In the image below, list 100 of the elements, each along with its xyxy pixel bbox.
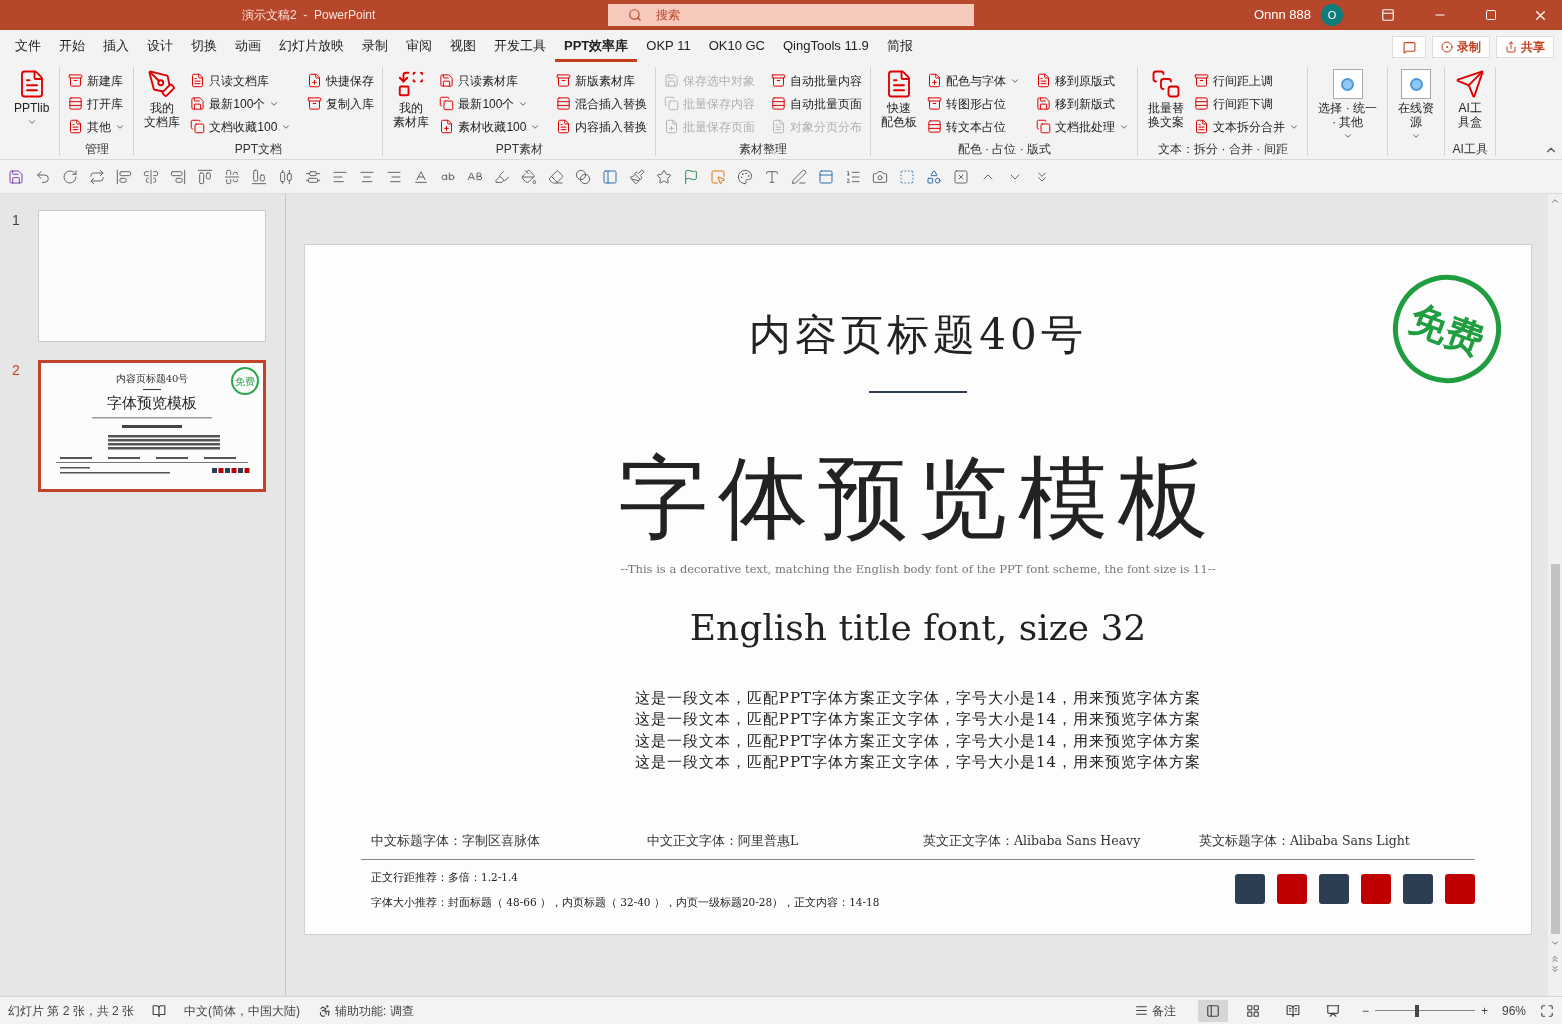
pen-line-icon[interactable] (791, 168, 807, 185)
ribbon-button[interactable]: 行间距下调 (1192, 92, 1302, 115)
ribbon-button[interactable]: 移到新版式 (1034, 92, 1132, 115)
ribbon-button[interactable]: 转文本占位 (925, 115, 1023, 138)
ribbon-button[interactable]: 其他 (66, 115, 128, 138)
text-icon[interactable] (764, 168, 780, 185)
eraser-icon[interactable] (548, 168, 564, 185)
close-box-icon[interactable] (953, 168, 969, 185)
ribbon-display-icon[interactable] (1381, 8, 1395, 22)
save-icon[interactable] (8, 168, 24, 185)
menu-tab[interactable]: 视图 (441, 32, 485, 62)
zoom-percent[interactable]: 96% (1501, 1001, 1526, 1020)
panel-icon[interactable] (602, 168, 618, 185)
overlap-circles-icon[interactable] (575, 168, 591, 185)
ribbon-button[interactable]: 转图形占位 (925, 92, 1023, 115)
line-spacing-icon[interactable] (845, 168, 861, 185)
scroll-up-icon[interactable] (1550, 196, 1560, 206)
notes-button[interactable]: 备注 (1134, 1001, 1176, 1020)
menu-tab[interactable]: 审阅 (397, 32, 441, 62)
ribbon-button[interactable]: 文档批处理 (1034, 115, 1132, 138)
reading-view-icon[interactable] (1285, 1003, 1300, 1018)
ribbon-large-button[interactable]: 批量替 换文案 (1144, 69, 1189, 139)
ribbon-button[interactable]: 素材收藏100 (437, 115, 543, 138)
distribute-vertical-icon[interactable] (305, 168, 321, 185)
ribbon-button[interactable]: 移到原版式 (1034, 69, 1132, 92)
redo-icon[interactable] (62, 168, 78, 185)
menu-tab[interactable]: 开始 (50, 32, 94, 62)
ribbon-button[interactable]: 混合插入替换 (554, 92, 650, 115)
zoom-out-button[interactable]: − (1361, 1001, 1369, 1020)
ribbon-button[interactable]: 内容插入替换 (554, 115, 650, 138)
slideshow-icon[interactable] (1325, 1003, 1340, 1018)
highlighter-icon[interactable] (494, 168, 510, 185)
flag-icon[interactable] (683, 168, 699, 185)
textbox-icon[interactable] (899, 168, 915, 185)
menu-tab[interactable]: 切换 (182, 32, 226, 62)
menu-tab[interactable]: OK10 GC (699, 32, 774, 62)
search-field[interactable]: 搜索 (608, 4, 974, 26)
brush-icon[interactable] (629, 168, 645, 185)
vertical-scrollbar[interactable] (1548, 194, 1562, 996)
star-icon[interactable] (656, 168, 672, 185)
font-color-icon[interactable] (413, 168, 429, 185)
ribbon-button[interactable]: 新版素材库 (554, 69, 650, 92)
distribute-horizontal-icon[interactable] (278, 168, 294, 185)
menu-tab[interactable]: 动画 (226, 32, 270, 62)
slide-thumbnail[interactable] (38, 210, 266, 342)
comment-button[interactable] (1392, 36, 1426, 58)
ribbon-button[interactable]: 新建库 (66, 69, 128, 92)
next-slide-icon[interactable] (1550, 964, 1560, 974)
slide-thumbnail[interactable]: 内容页标题40号 免费 字体预览模板 (38, 360, 266, 492)
ribbon-button[interactable]: 最新100个 (437, 92, 543, 115)
ribbon-button[interactable]: 自动批量内容 (769, 69, 865, 92)
ribbon-large-button[interactable]: 快速 配色板 (877, 69, 922, 139)
menu-tab[interactable]: 幻灯片放映 (270, 32, 353, 62)
ribbon-large-button[interactable]: AI工 具盒 (1451, 69, 1490, 139)
fit-to-window-icon[interactable] (1540, 1003, 1554, 1018)
ribbon-large-button[interactable]: 我的 素材库 (389, 69, 434, 139)
ribbon-button[interactable]: 文档收藏100 (188, 115, 294, 138)
normal-view-button[interactable] (1197, 999, 1228, 1022)
spell-check-icon[interactable] (152, 1003, 167, 1018)
ribbon-large-button[interactable]: 在线资 源 (1394, 69, 1439, 139)
ribbon-large-button[interactable]: PPTlib (10, 69, 54, 139)
ribbon-button[interactable]: 文本拆分合并 (1192, 115, 1302, 138)
menu-tab[interactable]: 插入 (94, 32, 138, 62)
align-center-icon[interactable] (143, 168, 159, 185)
ribbon-button[interactable]: 只读文档库 (188, 69, 294, 92)
zoom-slider[interactable] (1374, 1004, 1475, 1017)
align-right-icon[interactable] (170, 168, 186, 185)
camera-icon[interactable] (872, 168, 888, 185)
record-button[interactable]: 录制 (1432, 36, 1490, 58)
align-top-icon[interactable] (197, 168, 213, 185)
shapes-icon[interactable] (926, 168, 942, 185)
menu-tab[interactable]: 设计 (138, 32, 182, 62)
menu-tab[interactable]: 开发工具 (485, 32, 555, 62)
undo-icon[interactable] (35, 168, 51, 185)
repeat-icon[interactable] (89, 168, 105, 185)
select-icon[interactable] (710, 168, 726, 185)
accessibility-icon[interactable] (318, 1003, 333, 1018)
share-button[interactable]: 共享 (1496, 36, 1554, 58)
align-left-icon[interactable] (116, 168, 132, 185)
language-status[interactable]: 中文(简体，中国大陆) (184, 1001, 301, 1020)
ribbon-large-button[interactable]: 选择 · 统一 · 其他 (1314, 69, 1382, 139)
menu-tab[interactable]: 录制 (353, 32, 397, 62)
ribbon-button[interactable]: 配色与字体 (925, 69, 1023, 92)
zoom-thumb[interactable] (1414, 1004, 1419, 1017)
palette-icon[interactable] (737, 168, 753, 185)
ribbon-button[interactable]: 只读素材库 (437, 69, 543, 92)
user-avatar[interactable]: O (1321, 4, 1343, 26)
menu-tab[interactable]: OKP 11 (637, 32, 700, 62)
ribbon-button[interactable]: 行间距上调 (1192, 69, 1302, 92)
window-icon[interactable] (818, 168, 834, 185)
maximize-icon[interactable] (1485, 9, 1497, 21)
ribbon-button[interactable]: 最新100个 (188, 92, 294, 115)
accessibility-status[interactable]: 辅助功能: 调查 (335, 1001, 414, 1020)
zoom-in-button[interactable]: + (1480, 1001, 1488, 1020)
ribbon-large-button[interactable]: 我的 文档库 (140, 69, 185, 139)
ribbon-button[interactable]: 自动批量页面 (769, 92, 865, 115)
previous-slide-icon[interactable] (1550, 954, 1560, 964)
menu-tab[interactable]: QingTools 11.9 (774, 32, 878, 62)
align-middle-icon[interactable] (224, 168, 240, 185)
ribbon-button[interactable]: 打开库 (66, 92, 128, 115)
